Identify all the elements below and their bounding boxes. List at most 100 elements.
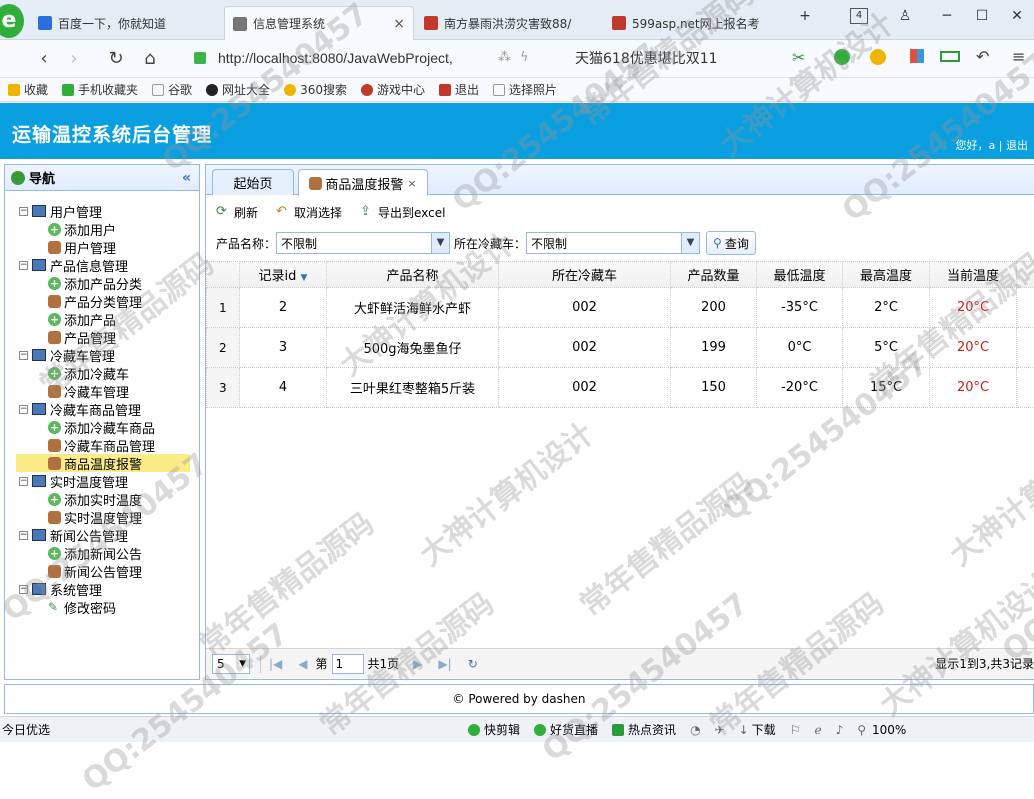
column-header[interactable]: 当前温度 [930, 262, 1017, 288]
status-item[interactable]: 好货直播 [534, 721, 598, 738]
back-icon[interactable]: ‹ [32, 48, 56, 69]
nav-item[interactable]: 实时温度管理 [48, 508, 142, 526]
status-item[interactable]: ↓下载 [739, 721, 776, 738]
reload-icon[interactable]: ↻ [104, 48, 128, 69]
bookmark-4[interactable]: 360搜索 [284, 81, 347, 98]
nav-item[interactable]: 产品分类管理 [48, 292, 142, 310]
bookmark-5[interactable]: 游戏中心 [361, 81, 425, 98]
nav-item[interactable]: 冷藏车商品管理 [48, 436, 155, 454]
collapse-toggle-icon[interactable]: − [19, 531, 28, 540]
table-row[interactable]: 34三叶果红枣整箱5斤装002150-20°C15°C20°C [207, 368, 1034, 408]
collapse-toggle-icon[interactable]: − [19, 207, 28, 216]
bookmark-0[interactable]: 收藏 [8, 81, 48, 98]
column-header[interactable]: 记录id ▼ [240, 262, 327, 288]
lightning-icon[interactable]: ϟ [520, 50, 529, 65]
browser-search-field[interactable]: 天猫618优惠堪比双11 [575, 45, 775, 71]
nav-item[interactable]: +添加冷藏车商品 [48, 418, 155, 436]
column-header[interactable]: 产品数量 [671, 262, 757, 288]
query-button[interactable]: ⚲查询 [706, 231, 756, 255]
column-header[interactable]: 最低温度 [757, 262, 843, 288]
collapse-toggle-icon[interactable]: − [19, 585, 28, 594]
reload-icon[interactable]: ↻ [468, 657, 478, 671]
new-tab-icon[interactable]: + [793, 8, 817, 24]
close-icon[interactable]: × [393, 16, 405, 32]
browser-tab-3[interactable]: 599asp.net网上报名考 [604, 6, 784, 40]
translate-icon[interactable] [834, 49, 850, 65]
bookmark-6[interactable]: 退出 [439, 81, 479, 98]
first-page-icon[interactable]: |◀ [269, 657, 282, 671]
nav-item[interactable]: +添加产品分类 [48, 274, 142, 292]
browser-tab-0[interactable]: 百度一下，你就知道 [30, 6, 220, 40]
battery-icon[interactable] [940, 51, 960, 62]
column-header[interactable]: 产品名称 [327, 262, 499, 288]
pin-icon[interactable]: ✈ [715, 723, 725, 737]
collapse-toggle-icon[interactable]: − [19, 261, 28, 270]
undo-icon[interactable]: ↶ [976, 47, 989, 66]
browser-tab-1[interactable]: 信息管理系统× [224, 6, 414, 40]
bookmark-1[interactable]: 手机收藏夹 [62, 81, 138, 98]
last-page-icon[interactable]: ▶| [438, 657, 451, 671]
nav-item[interactable]: +添加实时温度 [48, 490, 142, 508]
column-header[interactable]: 最高温度 [843, 262, 930, 288]
product-name-select[interactable]: 不限制▼ [276, 232, 450, 254]
close-icon[interactable]: × [407, 177, 416, 190]
minimize-icon[interactable]: ─ [935, 8, 959, 24]
nav-group-2[interactable]: −冷藏车管理 [18, 346, 115, 364]
nav-item[interactable]: 用户管理 [48, 238, 116, 256]
nav-item[interactable]: 新闻公告管理 [48, 562, 142, 580]
status-left[interactable]: 今日优选 [2, 721, 50, 738]
status-item[interactable]: 快剪辑 [468, 721, 520, 738]
sound-icon[interactable]: ♪ [836, 723, 844, 737]
page-size-select[interactable]: 5▼ [212, 654, 250, 674]
grid-icon[interactable]: ⁂ [498, 50, 511, 65]
nav-item[interactable]: 商品温度报警 [16, 454, 190, 472]
tab-home[interactable]: 起始页 [212, 169, 294, 195]
ie-icon[interactable]: ℯ [814, 723, 821, 737]
nav-item[interactable]: +添加用户 [48, 220, 116, 238]
prev-page-icon[interactable]: ◀ [298, 657, 307, 671]
speed-icon[interactable]: ◔ [690, 723, 700, 737]
nav-item[interactable]: 冷藏车管理 [48, 382, 129, 400]
forward-icon[interactable]: › [62, 48, 86, 69]
next-page-icon[interactable]: ▶ [413, 657, 422, 671]
export-excel-button[interactable]: ⇪导出到excel [360, 204, 445, 221]
nav-item[interactable]: 产品管理 [48, 328, 116, 346]
nav-item[interactable]: +添加产品 [48, 310, 116, 328]
home-icon[interactable]: ⌂ [138, 48, 162, 69]
collapse-toggle-icon[interactable]: − [19, 351, 28, 360]
nav-group-6[interactable]: −系统管理 [18, 580, 102, 598]
nav-group-5[interactable]: −新闻公告管理 [18, 526, 128, 544]
browser-tab-2[interactable]: 南方暴雨洪涝灾害致88/ [416, 6, 596, 40]
nav-group-0[interactable]: −用户管理 [18, 202, 102, 220]
zoom-icon[interactable]: ⚲ [857, 723, 866, 737]
column-header[interactable]: 所在冷藏车 [499, 262, 671, 288]
window-close-icon[interactable]: ✕ [1005, 8, 1029, 24]
tab-temp-alarm[interactable]: 商品温度报警× [298, 169, 428, 196]
collapse-toggle-icon[interactable]: − [19, 477, 28, 486]
table-row[interactable]: 12大虾鲜活海鲜水产虾002200-35°C2°C20°C [207, 288, 1034, 328]
maximize-icon[interactable]: ☐ [970, 8, 994, 24]
bookmark-2[interactable]: 谷歌 [152, 81, 192, 98]
menu-icon[interactable]: ≡ [1012, 47, 1025, 66]
nav-group-4[interactable]: −实时温度管理 [18, 472, 128, 490]
flag-icon[interactable]: ⚐ [790, 723, 801, 737]
bookmark-3[interactable]: 网址大全 [206, 81, 270, 98]
collapse-toggle-icon[interactable]: − [19, 405, 28, 414]
shirt-icon[interactable]: ♙ [893, 8, 917, 24]
deselect-button[interactable]: ↶取消选择 [276, 204, 342, 221]
nav-group-1[interactable]: −产品信息管理 [18, 256, 128, 274]
nav-item[interactable]: +添加新闻公告 [48, 544, 142, 562]
table-row[interactable]: 23500g海兔墨鱼仔0021990°C5°C20°C [207, 328, 1034, 368]
status-item[interactable]: 热点资讯 [612, 721, 676, 738]
greeting-logout[interactable]: 您好，a | 退出 [956, 137, 1028, 153]
refresh-button[interactable]: ⟳刷新 [216, 204, 258, 221]
nav-item[interactable]: +添加冷藏车 [48, 364, 129, 382]
zoom-level[interactable]: 100% [872, 723, 906, 737]
coin-icon[interactable] [870, 49, 886, 65]
truck-select[interactable]: 不限制▼ [526, 232, 700, 254]
page-input[interactable]: 1 [332, 654, 364, 674]
nav-group-3[interactable]: −冷藏车商品管理 [18, 400, 141, 418]
nav-item[interactable]: ✎修改密码 [48, 598, 116, 616]
scissors-icon[interactable]: ✂ [792, 48, 805, 67]
apps-icon[interactable] [910, 49, 924, 63]
